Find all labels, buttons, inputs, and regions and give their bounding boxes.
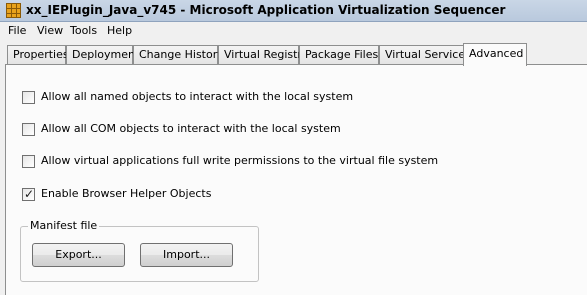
menu-help[interactable]: Help: [107, 24, 132, 37]
checkmark-icon: ✓: [24, 187, 35, 201]
tab-virtual-registry[interactable]: Virtual Registry: [218, 45, 308, 64]
menu-view[interactable]: View: [37, 24, 63, 37]
window-title: xx_IEPlugin_Java_v745 - Microsoft Applic…: [26, 3, 506, 17]
checkbox[interactable]: [22, 123, 35, 136]
tab-advanced[interactable]: Advanced: [463, 43, 527, 66]
manifest-group-label: Manifest file: [28, 219, 100, 232]
tab-deployment[interactable]: Deployment: [66, 45, 139, 64]
title-bar: xx_IEPlugin_Java_v745 - Microsoft Applic…: [0, 0, 587, 22]
menu-file[interactable]: File: [8, 24, 26, 37]
checkbox[interactable]: [22, 91, 35, 104]
menu-bar: File View Tools Help: [0, 22, 587, 40]
option-label: Allow virtual applications full write pe…: [41, 154, 439, 167]
tab-strip: Properties Deployment Change History Vir…: [0, 43, 587, 66]
option-label: Allow all COM objects to interact with t…: [41, 122, 341, 135]
checkbox[interactable]: [22, 155, 35, 168]
checkbox-checked[interactable]: ✓: [22, 187, 35, 201]
option-label: Allow all named objects to interact with…: [41, 90, 354, 103]
tab-properties[interactable]: Properties: [7, 45, 69, 64]
tab-virtual-services[interactable]: Virtual Services: [379, 45, 471, 64]
option-label: Enable Browser Helper Objects: [41, 187, 212, 200]
app-icon: [6, 3, 21, 18]
tab-package-files[interactable]: Package Files: [299, 45, 379, 64]
import-button[interactable]: Import...: [140, 243, 233, 267]
menu-tools[interactable]: Tools: [70, 24, 97, 37]
export-button[interactable]: Export...: [32, 243, 125, 267]
tab-change-history[interactable]: Change History: [133, 45, 224, 64]
